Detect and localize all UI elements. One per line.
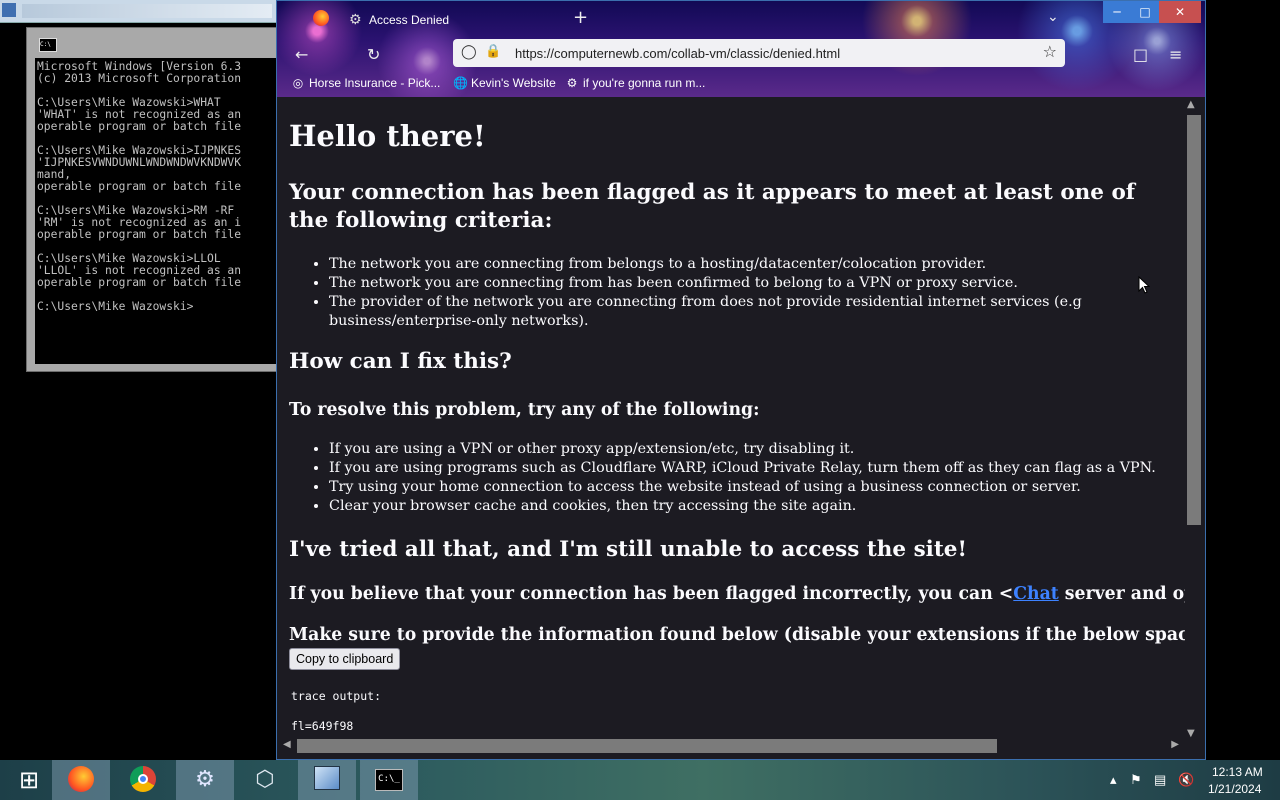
- navigation-toolbar: ← ↻ ◯ 🔒 https://computernewb.com/collab-…: [277, 37, 1205, 71]
- cube-icon: ⬡: [255, 767, 275, 792]
- flagged-incorrectly-text: If you believe that your connection has …: [289, 584, 1185, 604]
- reload-icon[interactable]: ↻: [367, 45, 380, 64]
- taskbar-command-prompt[interactable]: C:\_: [360, 760, 418, 800]
- vertical-scrollbar[interactable]: ▲ ▼: [1185, 99, 1201, 739]
- taskbar: ⊞ ⚙ ⬡ C:\_ ▴ ⚑ ▤ 🔇 12:13 AM 1/21/2024: [0, 760, 1280, 800]
- address-bar[interactable]: ◯ 🔒 https://computernewb.com/collab-vm/c…: [453, 39, 1065, 67]
- start-button[interactable]: ⊞: [0, 760, 58, 800]
- list-tabs-icon[interactable]: ⌄: [1047, 9, 1059, 25]
- windows-logo-icon: ⊞: [18, 766, 40, 794]
- url-text[interactable]: https://computernewb.com/collab-vm/class…: [515, 46, 840, 61]
- list-item: If you are using a VPN or other proxy ap…: [329, 440, 1159, 459]
- bookmark-kevins-website[interactable]: 🌐 Kevin's Website: [453, 76, 556, 90]
- tab-access-denied[interactable]: ⚙ Access Denied: [339, 5, 569, 35]
- flag-text-before: If you believe that your connection has …: [289, 584, 1014, 604]
- bookmark-if-youre-gonna[interactable]: ⚙ if you're gonna run m...: [565, 76, 706, 90]
- list-item: Try using your home connection to access…: [329, 478, 1159, 497]
- scroll-right-icon[interactable]: ▶: [1171, 739, 1179, 750]
- criteria-list: The network you are connecting from belo…: [329, 255, 1159, 331]
- chrome-icon: [114, 766, 172, 800]
- bookmark-label: Kevin's Website: [471, 76, 556, 90]
- app-icon: [298, 766, 356, 798]
- desktop: C:\ Microsoft Windows [Version 6.3 (c) 2…: [0, 0, 1280, 760]
- new-tab-button[interactable]: +: [573, 7, 588, 28]
- scroll-left-icon[interactable]: ◀: [283, 739, 291, 750]
- list-item: The network you are connecting from belo…: [329, 255, 1159, 274]
- maximize-button[interactable]: □: [1131, 1, 1159, 23]
- browser-header: ⚙ Access Denied + ⌄ ─ □ ✕ ← ↻ ◯ 🔒 https:…: [277, 1, 1205, 97]
- flag-icon[interactable]: ⚑: [1130, 772, 1142, 788]
- system-tray: ▴ ⚑ ▤ 🔇 12:13 AM 1/21/2024: [1104, 760, 1280, 800]
- list-item: The network you are connecting from has …: [329, 274, 1159, 293]
- page-content[interactable]: Hello there! Your connection has been fl…: [277, 97, 1185, 739]
- cmd-titlebar[interactable]: C:\: [27, 28, 287, 58]
- bookmarks-toolbar: ◎ Horse Insurance - Pick... 🌐 Kevin's Webs…: [277, 71, 1205, 97]
- cmd-output: Microsoft Windows [Version 6.3 (c) 2013 …: [37, 60, 242, 313]
- resolve-heading: To resolve this problem, try any of the …: [289, 400, 760, 420]
- page-title: Hello there!: [289, 119, 486, 153]
- scroll-down-icon[interactable]: ▼: [1187, 728, 1195, 739]
- cmd-icon: C:\: [39, 38, 57, 52]
- firefox-icon[interactable]: [313, 10, 329, 26]
- copy-to-clipboard-button[interactable]: Copy to clipboard: [289, 648, 401, 670]
- vertical-scroll-thumb[interactable]: [1187, 115, 1201, 525]
- bookmark-label: Horse Insurance - Pick...: [309, 76, 441, 90]
- cmd-console[interactable]: Microsoft Windows [Version 6.3 (c) 2013 …: [35, 58, 287, 364]
- fix-heading: How can I fix this?: [289, 349, 512, 374]
- clock-time[interactable]: 12:13 AM: [1212, 765, 1263, 779]
- taskbar-firefox[interactable]: [52, 760, 110, 800]
- firefox-icon: [52, 766, 110, 800]
- clock-date[interactable]: 1/21/2024: [1208, 782, 1261, 796]
- flag-text-after: server and open a ticket.: [1064, 584, 1185, 604]
- tried-heading: I've tried all that, and I'm still unabl…: [289, 537, 967, 562]
- globe-icon: 🌐: [453, 76, 468, 90]
- menu-icon[interactable]: ≡: [1169, 45, 1182, 64]
- background-window-title-area: [22, 4, 272, 18]
- bookmark-icon: ⚙: [566, 76, 578, 90]
- list-item: The provider of the network you are conn…: [329, 293, 1159, 331]
- tab-title: Access Denied: [369, 13, 450, 27]
- bookmark-horse-insurance[interactable]: ◎ Horse Insurance - Pick...: [291, 76, 441, 90]
- background-window-titlebar[interactable]: [0, 0, 280, 23]
- taskbar-virtualbox[interactable]: ⬡: [236, 760, 294, 800]
- lock-icon[interactable]: 🔒: [485, 44, 501, 59]
- shield-icon[interactable]: ◯: [461, 44, 477, 60]
- list-item: If you are using programs such as Cloudf…: [329, 459, 1159, 478]
- bookmark-icon: ◎: [292, 76, 304, 90]
- list-item: Clear your browser cache and cookies, th…: [329, 497, 1159, 516]
- fixes-list: If you are using a VPN or other proxy ap…: [329, 440, 1159, 516]
- minimize-button[interactable]: ─: [1103, 1, 1131, 23]
- trace-output[interactable]: trace output: fl=649f98: [291, 689, 381, 734]
- chat-link[interactable]: Chat: [1013, 584, 1059, 604]
- scroll-up-icon[interactable]: ▲: [1187, 99, 1195, 110]
- show-hidden-icons-icon[interactable]: ▴: [1110, 772, 1117, 788]
- bookmark-label: if you're gonna run m...: [583, 76, 706, 90]
- taskbar-app[interactable]: [298, 760, 356, 800]
- command-prompt-window[interactable]: C:\ Microsoft Windows [Version 6.3 (c) 2…: [26, 27, 288, 372]
- network-icon[interactable]: ▤: [1154, 772, 1166, 788]
- gear-icon: ⚙: [195, 767, 215, 792]
- speaker-muted-icon[interactable]: 🔇: [1178, 772, 1194, 788]
- terminal-icon: C:\_: [360, 766, 418, 794]
- firefox-window[interactable]: ⚙ Access Denied + ⌄ ─ □ ✕ ← ↻ ◯ 🔒 https:…: [276, 0, 1206, 760]
- tab-strip: ⚙ Access Denied + ⌄ ─ □ ✕: [277, 1, 1205, 37]
- close-button[interactable]: ✕: [1159, 1, 1201, 23]
- horizontal-scroll-thumb[interactable]: [297, 739, 997, 753]
- tab-favicon-icon: ⚙: [349, 12, 362, 28]
- taskbar-settings[interactable]: ⚙: [176, 760, 234, 800]
- flagged-heading: Your connection has been flagged as it a…: [289, 180, 1136, 233]
- taskbar-chrome[interactable]: [114, 760, 172, 800]
- make-sure-text: Make sure to provide the information fou…: [289, 625, 1185, 645]
- extensions-icon[interactable]: □: [1133, 45, 1148, 64]
- app-icon: [2, 3, 16, 17]
- horizontal-scrollbar[interactable]: ◀ ▶: [281, 739, 1185, 755]
- back-arrow-icon[interactable]: ←: [295, 45, 308, 64]
- bookmark-star-icon[interactable]: ☆: [1043, 42, 1057, 61]
